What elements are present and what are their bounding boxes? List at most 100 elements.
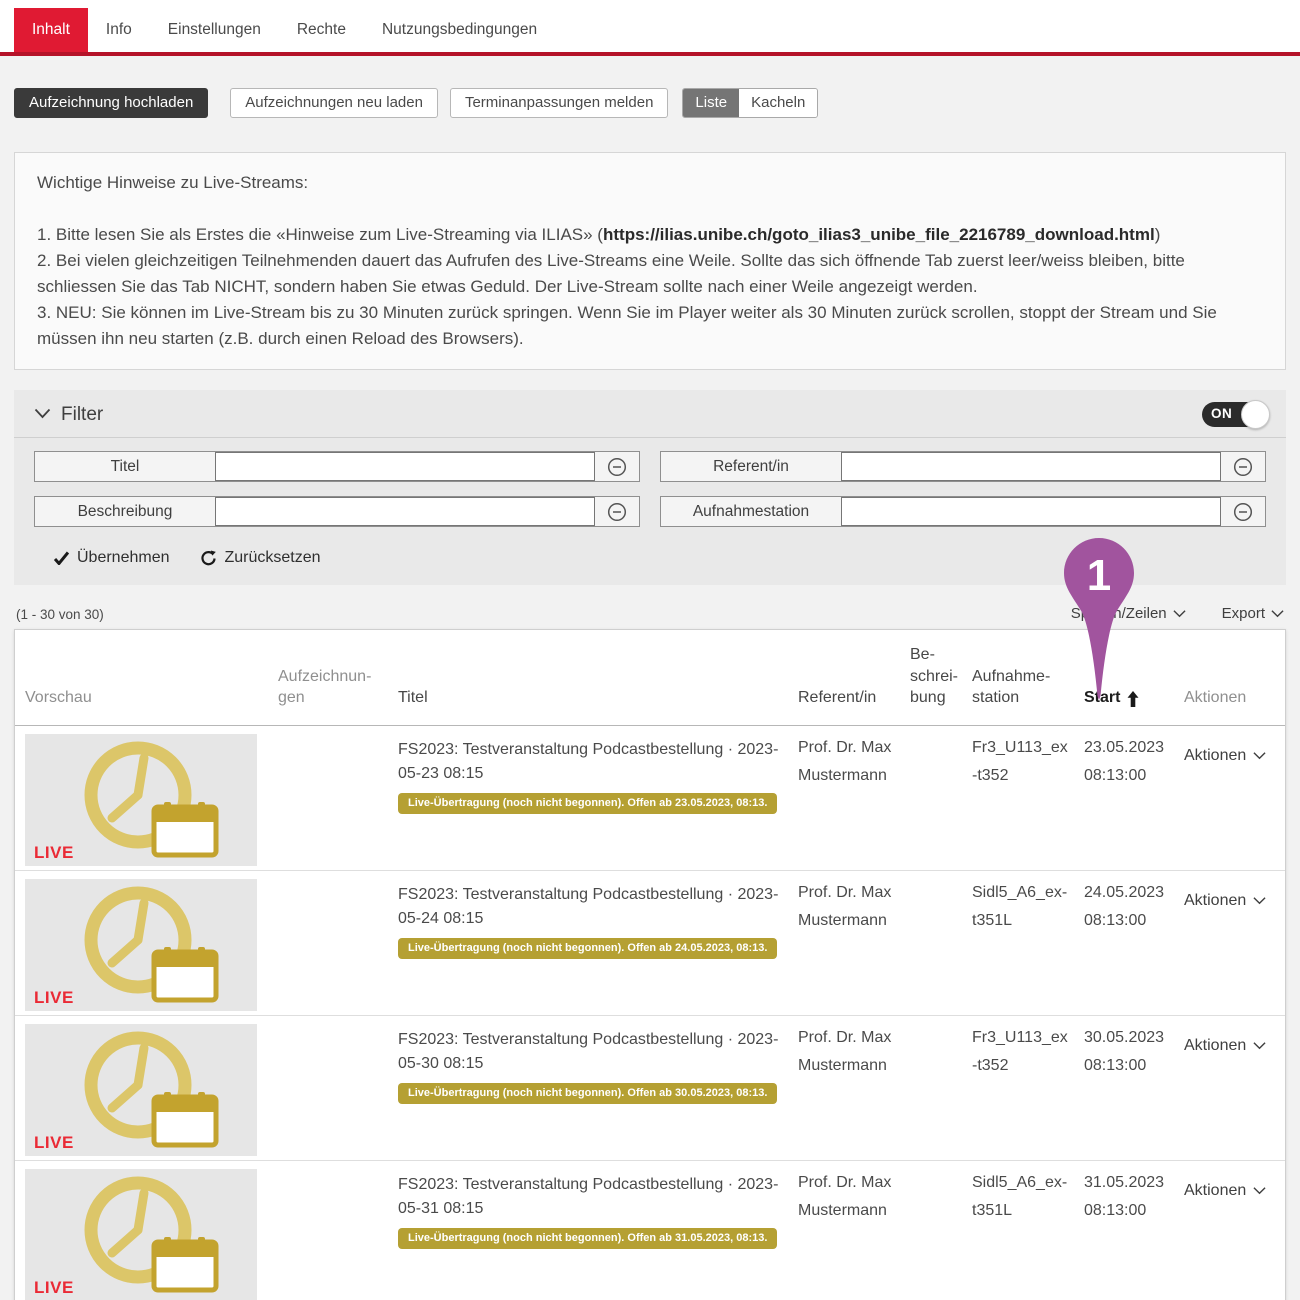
filter-input-referent[interactable] <box>841 452 1221 481</box>
filter-remove-beschreibung-button[interactable] <box>595 497 639 526</box>
live-label: LIVE <box>34 1279 74 1296</box>
live-label: LIVE <box>34 844 74 861</box>
filter-toggle-knob[interactable] <box>1241 400 1270 429</box>
recording-title: FS2023: Testveranstaltung Podcastbestell… <box>398 1169 784 1221</box>
chevron-down-icon <box>1173 609 1186 618</box>
tab-inhalt[interactable]: Inhalt <box>14 8 88 52</box>
start-cell: 23.05.2023 08:13:00 <box>1084 734 1184 870</box>
reload-recordings-button[interactable]: Aufzeichnungen neu laden <box>230 88 438 118</box>
col-header-aufnahmestation[interactable]: Aufnahme-station <box>972 630 1084 725</box>
filter-label-beschreibung: Beschreibung <box>35 497 215 526</box>
recording-title: FS2023: Testveranstaltung Podcastbestell… <box>398 879 784 931</box>
table-row: LIVE FS2023: Testveranstaltung Podcastbe… <box>15 871 1285 1016</box>
live-label: LIVE <box>34 1134 74 1151</box>
filter-toggle-on-label: ON <box>1211 406 1232 421</box>
referent-cell: Prof. Dr. Max Mustermann <box>798 1169 910 1300</box>
aufzeichnungen-cell <box>278 1024 398 1160</box>
view-list-button[interactable]: Liste <box>683 89 739 117</box>
preview-thumbnail[interactable]: LIVE <box>25 1024 257 1156</box>
chevron-down-icon <box>1253 751 1266 760</box>
row-actions-label: Aktionen <box>1184 742 1246 770</box>
report-schedule-change-button[interactable]: Terminanpassungen melden <box>450 88 668 118</box>
row-actions-dropdown[interactable]: Aktionen <box>1184 1024 1271 1060</box>
filter-collapse-icon[interactable] <box>34 406 51 424</box>
row-actions-label: Aktionen <box>1184 1032 1246 1060</box>
filter-field-referent: Referent/in <box>660 451 1266 482</box>
table-row: LIVE FS2023: Testveranstaltung Podcastbe… <box>15 1016 1285 1161</box>
filter-input-titel[interactable] <box>215 452 595 481</box>
recording-title: FS2023: Testveranstaltung Podcastbestell… <box>398 734 784 786</box>
filter-title[interactable]: Filter <box>61 404 103 426</box>
recording-title: FS2023: Testveranstaltung Podcastbestell… <box>398 1024 784 1076</box>
circle-minus-icon <box>1233 457 1253 477</box>
notice-download-link[interactable]: https://ilias.unibe.ch/goto_ilias3_unibe… <box>603 225 1155 244</box>
toolbar: Aufzeichnung hochladen Aufzeichnungen ne… <box>14 88 1286 118</box>
recordings-table-section: (1 - 30 von 30) Spalten/Zeilen Export Vo… <box>14 605 1286 1300</box>
beschreibung-cell <box>910 879 972 1015</box>
view-tiles-button[interactable]: Kacheln <box>739 89 817 117</box>
col-header-start-sorted[interactable]: Start <box>1084 630 1184 725</box>
col-header-aufzeichnungen: Aufzeichnun-gen <box>278 630 398 725</box>
top-tab-bar: Inhalt Info Einstellungen Rechte Nutzung… <box>0 0 1300 56</box>
upload-recording-button[interactable]: Aufzeichnung hochladen <box>14 88 208 118</box>
filter-input-aufnahmestation[interactable] <box>841 497 1221 526</box>
aufzeichnungen-cell <box>278 1169 398 1300</box>
filter-toggle[interactable]: ON <box>1202 402 1266 427</box>
live-status-badge: Live-Übertragung (noch nicht begonnen). … <box>398 1228 777 1249</box>
col-header-titel[interactable]: Titel <box>398 630 798 725</box>
preview-thumbnail[interactable]: LIVE <box>25 1169 257 1300</box>
columns-rows-dropdown[interactable]: Spalten/Zeilen <box>1071 605 1186 622</box>
beschreibung-cell <box>910 1024 972 1160</box>
row-actions-dropdown[interactable]: Aktionen <box>1184 1169 1271 1205</box>
referent-cell: Prof. Dr. Max Mustermann <box>798 1024 910 1160</box>
beschreibung-cell <box>910 734 972 870</box>
col-header-vorschau: Vorschau <box>25 630 278 725</box>
columns-rows-label: Spalten/Zeilen <box>1071 605 1167 622</box>
filter-label-referent: Referent/in <box>661 452 841 481</box>
chevron-down-icon <box>1253 1041 1266 1050</box>
filter-field-beschreibung: Beschreibung <box>34 496 640 527</box>
refresh-icon <box>200 550 217 567</box>
col-header-beschreibung[interactable]: Be-schrei-bung <box>910 630 972 725</box>
row-actions-dropdown[interactable]: Aktionen <box>1184 734 1271 770</box>
tab-nutzungsbedingungen[interactable]: Nutzungsbedingungen <box>364 8 555 52</box>
filter-remove-titel-button[interactable] <box>595 452 639 481</box>
station-cell: Sidl5_A6_ex-t351L <box>972 879 1084 1015</box>
start-cell: 24.05.2023 08:13:00 <box>1084 879 1184 1015</box>
sort-ascending-arrow-icon <box>1127 691 1139 707</box>
filter-reset-button[interactable]: Zurücksetzen <box>200 549 321 567</box>
start-cell: 30.05.2023 08:13:00 <box>1084 1024 1184 1160</box>
filter-input-beschreibung[interactable] <box>215 497 595 526</box>
preview-thumbnail[interactable]: LIVE <box>25 879 257 1011</box>
filter-remove-aufnahmestation-button[interactable] <box>1221 497 1265 526</box>
station-cell: Sidl5_A6_ex-t351L <box>972 1169 1084 1300</box>
aufzeichnungen-cell <box>278 734 398 870</box>
filter-reset-label: Zurücksetzen <box>225 549 321 567</box>
col-header-aktionen: Aktionen <box>1184 630 1285 725</box>
live-stream-notice-box: Wichtige Hinweise zu Live-Streams: 1. Bi… <box>14 152 1286 370</box>
circle-minus-icon <box>607 457 627 477</box>
view-toggle: Liste Kacheln <box>682 88 818 118</box>
tab-info[interactable]: Info <box>88 8 150 52</box>
result-count: (1 - 30 von 30) <box>16 607 104 622</box>
check-icon <box>54 551 69 565</box>
filter-label-aufnahmestation: Aufnahmestation <box>661 497 841 526</box>
tab-einstellungen[interactable]: Einstellungen <box>150 8 279 52</box>
row-actions-dropdown[interactable]: Aktionen <box>1184 879 1271 915</box>
preview-thumbnail[interactable]: LIVE <box>25 734 257 866</box>
filter-field-aufnahmestation: Aufnahmestation <box>660 496 1266 527</box>
chevron-down-icon <box>1253 1186 1266 1195</box>
notice-item-2: 2. Bei vielen gleichzeitigen Teilnehmend… <box>37 248 1263 300</box>
filter-apply-button[interactable]: Übernehmen <box>54 549 170 567</box>
start-cell: 31.05.2023 08:13:00 <box>1084 1169 1184 1300</box>
tab-rechte[interactable]: Rechte <box>279 8 364 52</box>
col-header-referent[interactable]: Referent/in <box>798 630 910 725</box>
filter-remove-referent-button[interactable] <box>1221 452 1265 481</box>
export-dropdown[interactable]: Export <box>1222 605 1284 622</box>
live-status-badge: Live-Übertragung (noch nicht begonnen). … <box>398 793 777 814</box>
station-cell: Fr3_U113_ex-t352 <box>972 1024 1084 1160</box>
chevron-down-icon <box>1253 896 1266 905</box>
live-label: LIVE <box>34 989 74 1006</box>
notice-item-3: 3. NEU: Sie können im Live-Stream bis zu… <box>37 300 1263 352</box>
table-row: LIVE FS2023: Testveranstaltung Podcastbe… <box>15 726 1285 871</box>
